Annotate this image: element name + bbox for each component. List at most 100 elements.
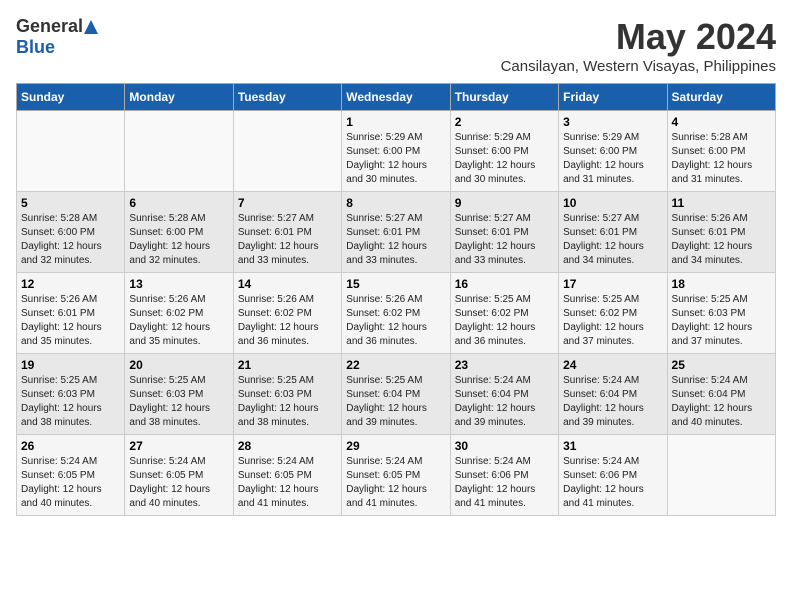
calendar-cell: 23 Sunrise: 5:24 AM Sunset: 6:04 PM Dayli…: [450, 354, 558, 435]
day-info: Sunrise: 5:24 AM Sunset: 6:05 PM Dayligh…: [346, 455, 445, 511]
calendar-cell: 20Sunrise: 5:25 AM Sunset: 6:03 PM Dayli…: [125, 354, 233, 435]
day-info: Sunrise: 5:25 AM Sunset: 6:03 PM Dayligh…: [238, 374, 337, 430]
calendar-cell: 19 Sunrise: 5:25 AM Sunset: 6:03 PM Dayli…: [17, 354, 125, 435]
day-number: 31: [563, 439, 662, 453]
calendar-cell: 30Sunrise: 5:24 AM Sunset: 6:06 PM Dayli…: [450, 435, 558, 516]
calendar-cell: 7 Sunrise: 5:27 AM Sunset: 6:01 PM Daylig…: [233, 192, 341, 273]
calendar-cell: 22Sunrise: 5:25 AM Sunset: 6:04 PM Dayli…: [342, 354, 450, 435]
day-info: Sunrise: 5:29 AM Sunset: 6:00 PM Dayligh…: [455, 131, 554, 187]
day-number: 7: [238, 196, 337, 210]
day-info: Sunrise: 5:26 AM Sunset: 6:02 PM Dayligh…: [238, 293, 337, 349]
day-info: Sunrise: 5:25 AM Sunset: 6:02 PM Dayligh…: [455, 293, 554, 349]
header-cell-thursday: Thursday: [450, 84, 558, 111]
day-number: 23: [455, 358, 554, 372]
day-number: 10: [563, 196, 662, 210]
calendar-cell: [125, 111, 233, 192]
day-info: Sunrise: 5:24 AM Sunset: 6:05 PM Dayligh…: [238, 455, 337, 511]
day-info: Sunrise: 5:28 AM Sunset: 6:00 PM Dayligh…: [129, 212, 228, 268]
day-info: Sunrise: 5:25 AM Sunset: 6:03 PM Dayligh…: [129, 374, 228, 430]
day-info: Sunrise: 5:24 AM Sunset: 6:04 PM Dayligh…: [455, 374, 554, 430]
header-cell-sunday: Sunday: [17, 84, 125, 111]
day-number: 5: [21, 196, 120, 210]
day-info: Sunrise: 5:25 AM Sunset: 6:03 PM Dayligh…: [21, 374, 120, 430]
calendar-cell: 15Sunrise: 5:26 AM Sunset: 6:02 PM Dayli…: [342, 273, 450, 354]
day-number: 27: [129, 439, 228, 453]
day-info: Sunrise: 5:24 AM Sunset: 6:06 PM Dayligh…: [455, 455, 554, 511]
calendar-cell: 12 Sunrise: 5:26 AM Sunset: 6:01 PM Dayli…: [17, 273, 125, 354]
calendar-cell: 3 Sunrise: 5:29 AM Sunset: 6:00 PM Daylig…: [559, 111, 667, 192]
logo: General Blue: [16, 16, 99, 58]
calendar-cell: 29 Sunrise: 5:24 AM Sunset: 6:05 PM Dayli…: [342, 435, 450, 516]
day-info: Sunrise: 5:26 AM Sunset: 6:02 PM Dayligh…: [129, 293, 228, 349]
day-info: Sunrise: 5:28 AM Sunset: 6:00 PM Dayligh…: [21, 212, 120, 268]
day-number: 16: [455, 277, 554, 291]
logo-general-text: General: [16, 16, 83, 37]
week-row-4: 19 Sunrise: 5:25 AM Sunset: 6:03 PM Dayli…: [17, 354, 776, 435]
day-number: 17: [563, 277, 662, 291]
calendar-table: SundayMondayTuesdayWednesdayThursdayFrid…: [16, 83, 776, 516]
day-number: 6: [129, 196, 228, 210]
calendar-cell: 11Sunrise: 5:26 AM Sunset: 6:01 PM Dayli…: [667, 192, 775, 273]
day-number: 4: [672, 115, 771, 129]
week-row-1: 1 Sunrise: 5:29 AM Sunset: 6:00 PM Daylig…: [17, 111, 776, 192]
day-number: 14: [238, 277, 337, 291]
calendar-cell: 5 Sunrise: 5:28 AM Sunset: 6:00 PM Daylig…: [17, 192, 125, 273]
location-title: Cansilayan, Western Visayas, Philippines: [501, 58, 776, 75]
day-number: 12: [21, 277, 120, 291]
calendar-cell: 2 Sunrise: 5:29 AM Sunset: 6:00 PM Daylig…: [450, 111, 558, 192]
calendar-cell: 16 Sunrise: 5:25 AM Sunset: 6:02 PM Dayli…: [450, 273, 558, 354]
day-info: Sunrise: 5:26 AM Sunset: 6:02 PM Dayligh…: [346, 293, 445, 349]
header-cell-tuesday: Tuesday: [233, 84, 341, 111]
calendar-cell: 14 Sunrise: 5:26 AM Sunset: 6:02 PM Dayli…: [233, 273, 341, 354]
header-row: SundayMondayTuesdayWednesdayThursdayFrid…: [17, 84, 776, 111]
day-number: 11: [672, 196, 771, 210]
day-info: Sunrise: 5:24 AM Sunset: 6:05 PM Dayligh…: [21, 455, 120, 511]
day-number: 2: [455, 115, 554, 129]
week-row-3: 12 Sunrise: 5:26 AM Sunset: 6:01 PM Dayli…: [17, 273, 776, 354]
calendar-cell: 25 Sunrise: 5:24 AM Sunset: 6:04 PM Dayli…: [667, 354, 775, 435]
day-info: Sunrise: 5:25 AM Sunset: 6:02 PM Dayligh…: [563, 293, 662, 349]
day-info: Sunrise: 5:26 AM Sunset: 6:01 PM Dayligh…: [21, 293, 120, 349]
header-cell-friday: Friday: [559, 84, 667, 111]
day-info: Sunrise: 5:29 AM Sunset: 6:00 PM Dayligh…: [346, 131, 445, 187]
calendar-body: 1 Sunrise: 5:29 AM Sunset: 6:00 PM Daylig…: [17, 111, 776, 516]
day-number: 21: [238, 358, 337, 372]
calendar-cell: 13 Sunrise: 5:26 AM Sunset: 6:02 PM Dayli…: [125, 273, 233, 354]
logo-blue-text: Blue: [16, 37, 55, 58]
day-number: 29: [346, 439, 445, 453]
calendar-cell: 17 Sunrise: 5:25 AM Sunset: 6:02 PM Dayli…: [559, 273, 667, 354]
title-area: May 2024 Cansilayan, Western Visayas, Ph…: [501, 16, 776, 75]
day-number: 25: [672, 358, 771, 372]
day-info: Sunrise: 5:29 AM Sunset: 6:00 PM Dayligh…: [563, 131, 662, 187]
calendar-cell: 28 Sunrise: 5:24 AM Sunset: 6:05 PM Dayli…: [233, 435, 341, 516]
day-number: 3: [563, 115, 662, 129]
day-number: 1: [346, 115, 445, 129]
week-row-2: 5 Sunrise: 5:28 AM Sunset: 6:00 PM Daylig…: [17, 192, 776, 273]
header: General Blue May 2024 Cansilayan, Wester…: [16, 16, 776, 75]
calendar-cell: 21 Sunrise: 5:25 AM Sunset: 6:03 PM Dayli…: [233, 354, 341, 435]
day-info: Sunrise: 5:24 AM Sunset: 6:04 PM Dayligh…: [563, 374, 662, 430]
calendar-cell: 4Sunrise: 5:28 AM Sunset: 6:00 PM Daylig…: [667, 111, 775, 192]
calendar-cell: 18 Sunrise: 5:25 AM Sunset: 6:03 PM Dayli…: [667, 273, 775, 354]
day-info: Sunrise: 5:25 AM Sunset: 6:03 PM Dayligh…: [672, 293, 771, 349]
calendar-cell: 26 Sunrise: 5:24 AM Sunset: 6:05 PM Dayli…: [17, 435, 125, 516]
day-info: Sunrise: 5:27 AM Sunset: 6:01 PM Dayligh…: [238, 212, 337, 268]
day-number: 28: [238, 439, 337, 453]
day-number: 26: [21, 439, 120, 453]
day-number: 8: [346, 196, 445, 210]
header-cell-monday: Monday: [125, 84, 233, 111]
day-info: Sunrise: 5:27 AM Sunset: 6:01 PM Dayligh…: [346, 212, 445, 268]
day-info: Sunrise: 5:24 AM Sunset: 6:05 PM Dayligh…: [129, 455, 228, 511]
day-number: 24: [563, 358, 662, 372]
day-number: 18: [672, 277, 771, 291]
day-info: Sunrise: 5:24 AM Sunset: 6:04 PM Dayligh…: [672, 374, 771, 430]
calendar-cell: 31Sunrise: 5:24 AM Sunset: 6:06 PM Dayli…: [559, 435, 667, 516]
day-number: 19: [21, 358, 120, 372]
calendar-cell: 10Sunrise: 5:27 AM Sunset: 6:01 PM Dayli…: [559, 192, 667, 273]
calendar-cell: 27 Sunrise: 5:24 AM Sunset: 6:05 PM Dayli…: [125, 435, 233, 516]
day-number: 13: [129, 277, 228, 291]
week-row-5: 26 Sunrise: 5:24 AM Sunset: 6:05 PM Dayli…: [17, 435, 776, 516]
calendar-cell: 9Sunrise: 5:27 AM Sunset: 6:01 PM Daylig…: [450, 192, 558, 273]
calendar-cell: 24 Sunrise: 5:24 AM Sunset: 6:04 PM Dayli…: [559, 354, 667, 435]
calendar-cell: 8 Sunrise: 5:27 AM Sunset: 6:01 PM Daylig…: [342, 192, 450, 273]
